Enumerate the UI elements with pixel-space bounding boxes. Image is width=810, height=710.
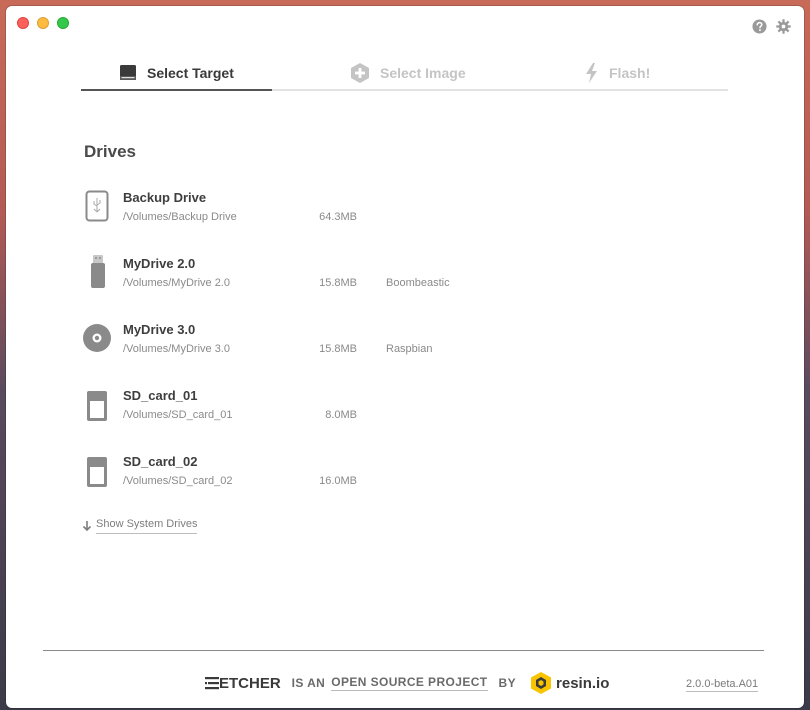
step-select-image[interactable]: Select Image [349,56,466,90]
drive-name: SD_card_01 [123,388,198,403]
show-system-drives-link[interactable]: Show System Drives [82,518,198,534]
drive-size: 15.8MB [319,343,357,355]
app-window: Select Target Select Image Flash! Drives… [6,6,804,708]
drive-icon [120,65,136,80]
drive-name: MyDrive 3.0 [123,322,196,337]
window-close-button[interactable] [17,17,29,29]
disc-icon [83,324,111,352]
footer: ETCHER IS AN OPEN SOURCE PROJECT BY resi… [205,671,609,695]
step-select-target[interactable]: Select Target [118,56,234,90]
etcher-mark-icon [205,677,219,690]
sd-card-icon [87,391,107,421]
drive-size: 8.0MB [325,409,357,421]
arrow-down-icon [82,520,92,531]
step-label: Select Image [380,65,466,81]
drive-item[interactable]: SD_card_01 /Volumes/SD_card_01 8.0MB [82,386,542,436]
drive-item[interactable]: MyDrive 3.0 /Volumes/MyDrive 3.0 15.8MB … [82,320,542,370]
etcher-logo-text: ETCHER [219,674,281,692]
drive-path: /Volumes/MyDrive 2.0 [123,277,230,289]
resin-cube-icon [531,672,552,694]
footer-is-an: IS AN [291,676,326,690]
drive-size: 15.8MB [319,277,357,289]
help-icon[interactable] [752,19,767,34]
drive-size: 64.3MB [319,211,357,223]
drive-item[interactable]: MyDrive 2.0 /Volumes/MyDrive 2.0 15.8MB … [82,254,542,304]
steps-progress-active [81,89,272,91]
usb-drive-icon [85,190,109,222]
usb-stick-icon [91,255,105,288]
resin-logo-text: resin.io [556,674,610,692]
drive-path: /Volumes/Backup Drive [123,211,237,223]
show-system-drives-label: Show System Drives [96,518,198,534]
open-source-project-link[interactable]: OPEN SOURCE PROJECT [331,675,488,691]
drives-title: Drives [84,142,136,161]
version-link[interactable]: 2.0.0-beta.A01 [686,678,759,692]
drive-name: Backup Drive [123,190,207,205]
drive-path: /Volumes/SD_card_01 [123,409,233,421]
step-label: Select Target [147,65,234,81]
window-minimize-button[interactable] [37,17,49,29]
step-flash[interactable]: Flash! [584,56,650,90]
window-maximize-button[interactable] [57,17,69,29]
step-label: Flash! [609,65,651,81]
sd-card-icon [87,457,107,487]
footer-by: BY [498,676,517,690]
drive-name: SD_card_02 [123,454,198,469]
resin-logo[interactable]: resin.io [530,671,609,695]
drive-item[interactable]: SD_card_02 /Volumes/SD_card_02 16.0MB [82,452,542,502]
drive-image: Raspbian [386,343,433,355]
drive-image: Boombeastic [386,277,450,289]
drive-item[interactable]: Backup Drive /Volumes/Backup Drive 64.3M… [82,188,542,238]
drive-size: 16.0MB [319,475,357,487]
footer-divider [43,650,764,651]
etcher-logo[interactable]: ETCHER [205,675,281,692]
drive-path: /Volumes/MyDrive 3.0 [123,343,230,355]
plus-circle-icon [351,63,369,83]
lightning-icon [586,63,597,83]
gear-icon[interactable] [776,19,791,34]
drive-path: /Volumes/SD_card_02 [123,475,233,487]
drive-name: MyDrive 2.0 [123,256,196,271]
step-navigation: Select Target Select Image Flash! [81,56,728,92]
